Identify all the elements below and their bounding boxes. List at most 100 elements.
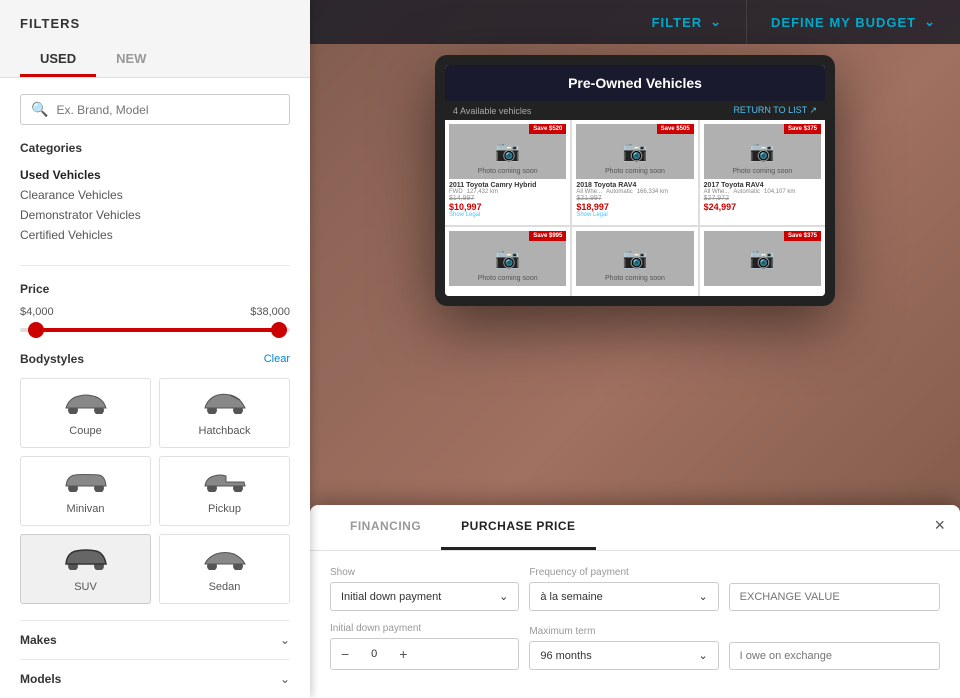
search-box[interactable]: 🔍 xyxy=(20,94,290,125)
bodystyle-suv[interactable]: SUV xyxy=(20,534,151,604)
term-label: Maximum term xyxy=(529,626,718,637)
vehicle-info-4 xyxy=(576,286,693,292)
suv-label: SUV xyxy=(74,581,97,593)
models-chevron: ⌄ xyxy=(280,672,290,686)
categories-title: Categories xyxy=(20,141,290,155)
bodystyles-grid: Coupe Hatchback Minivan Pi xyxy=(20,378,290,604)
vehicle-img-2: 📷 Photo coming soon Save $375 xyxy=(704,124,821,179)
bodystyle-minivan[interactable]: Minivan xyxy=(20,456,151,526)
modal-tabs: FINANCING PURCHASE PRICE xyxy=(310,505,960,551)
filter-button[interactable]: FILTER ⌄ xyxy=(628,0,747,44)
define-budget-button[interactable]: DEFINE MY BUDGET ⌄ xyxy=(747,0,960,44)
save-badge-1: Save $505 xyxy=(657,124,694,134)
stepper-plus[interactable]: + xyxy=(389,639,417,669)
category-certified[interactable]: Certified Vehicles xyxy=(20,225,290,245)
vehicle-info-1: 2018 Toyota RAV4 All Whe... Automatic 16… xyxy=(576,179,693,221)
show-value: Initial down payment xyxy=(341,591,441,603)
slider-thumb-right[interactable] xyxy=(271,322,287,338)
modal-body: Show Initial down payment ⌄ Frequency of… xyxy=(310,551,960,698)
top-bar: FILTER ⌄ DEFINE MY BUDGET ⌄ xyxy=(310,0,960,44)
frequency-chevron: ⌄ xyxy=(698,590,707,603)
vehicle-name-1: 2018 Toyota RAV4 xyxy=(576,182,693,189)
vehicle-card-5[interactable]: 📷 Save $375 xyxy=(700,227,825,296)
save-badge-0: Save $520 xyxy=(529,124,566,134)
vehicle-info-5 xyxy=(704,286,821,292)
bodystyle-pickup[interactable]: Pickup xyxy=(159,456,290,526)
budget-chevron-icon: ⌄ xyxy=(924,14,936,30)
bodystyle-hatchback[interactable]: Hatchback xyxy=(159,378,290,448)
vehicle-name-0: 2011 Toyota Camry Hybrid xyxy=(449,182,566,189)
show-legal-1[interactable]: Show Legal xyxy=(576,212,693,218)
makes-chevron: ⌄ xyxy=(280,633,290,647)
tab-financing[interactable]: FINANCING xyxy=(330,505,441,550)
budget-modal: × FINANCING PURCHASE PRICE Show Initial … xyxy=(310,505,960,698)
hatchback-label: Hatchback xyxy=(199,425,251,437)
price-was-1: $21,997 xyxy=(576,195,693,202)
bodystyle-coupe[interactable]: Coupe xyxy=(20,378,151,448)
owe-exchange-input[interactable] xyxy=(729,642,940,670)
models-title: Models xyxy=(20,672,61,686)
bodystyle-sedan[interactable]: Sedan xyxy=(159,534,290,604)
vehicle-card-0[interactable]: 📷 Photo coming soon Save $520 2011 Toyot… xyxy=(445,120,570,225)
tab-purchase-price[interactable]: PURCHASE PRICE xyxy=(441,505,595,550)
return-link[interactable]: RETURN TO LIST ↗ xyxy=(733,105,817,116)
vehicle-img-0: 📷 Photo coming soon Save $520 xyxy=(449,124,566,179)
bodystyles-title: Bodystyles xyxy=(20,352,84,366)
tablet-screen: Pre-Owned Vehicles 4 Available vehicles … xyxy=(445,65,825,296)
budget-label: DEFINE MY BUDGET xyxy=(771,15,916,30)
makes-title: Makes xyxy=(20,633,57,647)
minivan-label: Minivan xyxy=(67,503,105,515)
category-used[interactable]: Used Vehicles xyxy=(20,165,290,185)
vehicle-img-3: 📷 Photo coming soon Save $995 xyxy=(449,231,566,286)
models-section[interactable]: Models ⌄ xyxy=(20,659,290,698)
camera-icon-2: 📷 xyxy=(750,139,775,164)
coupe-label: Coupe xyxy=(69,425,101,437)
price-was-0: $14,997 xyxy=(449,195,566,202)
vehicle-card-4[interactable]: 📷 Photo coming soon xyxy=(572,227,697,296)
tablet-device: Pre-Owned Vehicles 4 Available vehicles … xyxy=(435,55,835,306)
save-badge-3: Save $995 xyxy=(529,231,566,241)
price-slider[interactable] xyxy=(20,328,290,332)
show-legal-0[interactable]: Show Legal xyxy=(449,212,566,218)
sedan-label: Sedan xyxy=(209,581,241,593)
show-select[interactable]: Initial down payment ⌄ xyxy=(330,582,519,611)
price-now-2: $24,997 xyxy=(704,202,821,212)
camera-icon-3: 📷 xyxy=(495,246,520,271)
pickup-icon xyxy=(200,467,250,499)
vehicle-img-4: 📷 Photo coming soon xyxy=(576,231,693,286)
hatchback-icon xyxy=(200,389,250,421)
category-demonstrator[interactable]: Demonstrator Vehicles xyxy=(20,205,290,225)
frequency-select[interactable]: à la semaine ⌄ xyxy=(529,582,718,611)
makes-section[interactable]: Makes ⌄ xyxy=(20,620,290,659)
tablet-subheader: 4 Available vehicles RETURN TO LIST ↗ xyxy=(445,101,825,120)
clear-bodystyles-button[interactable]: Clear xyxy=(264,353,290,365)
price-now-0: $10,997 xyxy=(449,202,566,212)
minivan-icon xyxy=(61,467,111,499)
stepper-minus[interactable]: − xyxy=(331,639,359,669)
term-select[interactable]: 96 months ⌄ xyxy=(529,641,718,670)
vehicle-card-3[interactable]: 📷 Photo coming soon Save $995 xyxy=(445,227,570,296)
vehicle-info-2: 2017 Toyota RAV4 All Whe... Automatic 10… xyxy=(704,179,821,215)
vehicle-info-3 xyxy=(449,286,566,292)
down-payment-stepper[interactable]: − 0 + xyxy=(330,638,519,670)
save-badge-5: Save $375 xyxy=(784,231,821,241)
tab-used[interactable]: USED xyxy=(20,43,96,77)
vehicle-card-2[interactable]: 📷 Photo coming soon Save $375 2017 Toyot… xyxy=(700,120,825,225)
down-label: Initial down payment xyxy=(330,623,519,634)
sidebar-tabs: USED NEW xyxy=(20,43,290,77)
vehicle-img-5: 📷 Save $375 xyxy=(704,231,821,286)
search-input[interactable] xyxy=(56,103,279,117)
vehicle-card-1[interactable]: 📷 Photo coming soon Save $505 2018 Toyot… xyxy=(572,120,697,225)
price-section: Price $4,000 $38,000 xyxy=(20,282,290,332)
category-clearance[interactable]: Clearance Vehicles xyxy=(20,185,290,205)
frequency-group: Frequency of payment à la semaine ⌄ xyxy=(529,567,718,611)
tab-new[interactable]: NEW xyxy=(96,43,166,77)
modal-close-button[interactable]: × xyxy=(934,515,945,536)
slider-thumb-left[interactable] xyxy=(28,322,44,338)
filter-chevron-icon: ⌄ xyxy=(710,14,722,30)
vehicles-count: 4 Available vehicles xyxy=(453,106,531,116)
price-range: $4,000 $38,000 xyxy=(20,306,290,318)
coupe-icon xyxy=(61,389,111,421)
exchange-value-input[interactable] xyxy=(729,583,940,611)
suv-icon xyxy=(61,545,111,577)
